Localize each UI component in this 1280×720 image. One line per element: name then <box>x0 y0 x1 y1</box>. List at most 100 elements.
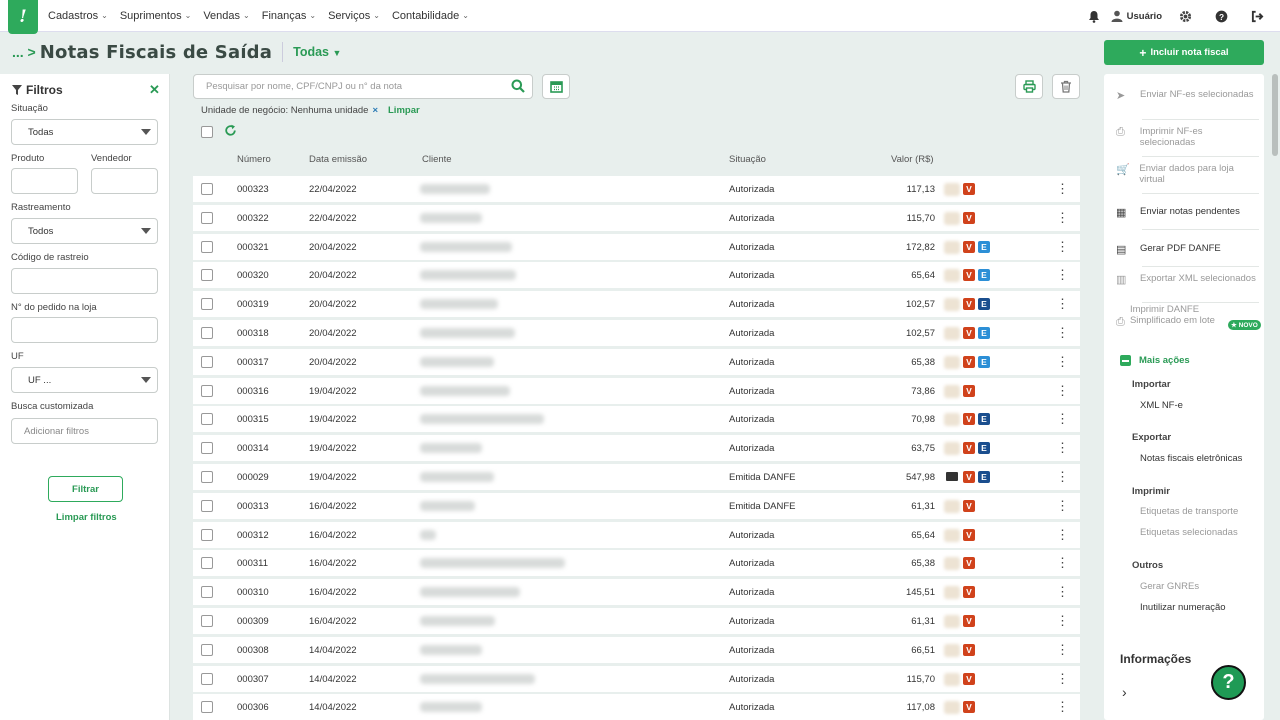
delete-button[interactable] <box>1052 74 1080 99</box>
vendedor-input[interactable] <box>91 168 158 194</box>
search-input[interactable]: Pesquisar por nome, CPF/CNPJ ou n° da no… <box>193 74 533 99</box>
col-numero[interactable]: Número <box>237 154 271 165</box>
menu-vendas[interactable]: Vendas ⌄ <box>203 10 249 22</box>
row-checkbox[interactable] <box>201 442 213 455</box>
generate-gnres-link[interactable]: Gerar GNREs <box>1140 581 1199 592</box>
more-options-icon[interactable]: ⋮ <box>1056 211 1069 224</box>
danfe-v-badge[interactable]: V <box>963 269 975 282</box>
pedido-loja-input[interactable] <box>11 317 158 343</box>
table-row[interactable]: 000312 16/04/2022 Autorizada 65,64 V ⋮ <box>193 521 1080 548</box>
row-checkbox[interactable] <box>201 499 213 512</box>
table-row[interactable]: 000029 19/04/2022 Emitida DANFE 547,98 V E ⋮ <box>193 463 1080 490</box>
app-logo[interactable]: ! <box>8 0 38 34</box>
more-options-icon[interactable]: ⋮ <box>1056 499 1069 512</box>
print-danfe-batch-action[interactable]: ⎙ Imprimir DANFE Simplificado em lote <box>1116 304 1221 329</box>
more-options-icon[interactable]: ⋮ <box>1056 268 1069 281</box>
rastreamento-select[interactable]: Todos <box>11 218 158 244</box>
row-checkbox[interactable] <box>201 384 213 397</box>
table-row[interactable]: 000320 20/04/2022 Autorizada 65,64 V E ⋮ <box>193 262 1080 289</box>
breadcrumb[interactable]: ... > <box>12 44 36 60</box>
bell-icon[interactable] <box>1083 5 1105 27</box>
produto-input[interactable] <box>11 168 78 194</box>
page-scrollbar[interactable] <box>1272 74 1278 720</box>
danfe-v-badge[interactable]: V <box>963 643 975 656</box>
more-options-icon[interactable]: ⋮ <box>1056 412 1069 425</box>
help-circle-icon[interactable]: ? <box>1210 5 1232 27</box>
remove-business-unit-icon[interactable]: × <box>372 105 378 116</box>
menu-financas[interactable]: Finanças ⌄ <box>262 10 316 22</box>
export-xml-action[interactable]: ▥ Exportar XML selecionados <box>1116 273 1259 286</box>
void-numbering-link[interactable]: Inutilizar numeração <box>1140 602 1226 613</box>
col-data-emissao[interactable]: Data emissão <box>309 154 367 165</box>
menu-cadastros[interactable]: Cadastros ⌄ <box>48 10 108 22</box>
danfe-v-badge[interactable]: V <box>963 557 975 570</box>
table-row[interactable]: 000314 19/04/2022 Autorizada 63,75 V E ⋮ <box>193 435 1080 462</box>
send-store-data-action[interactable]: 🛒 Enviar dados para loja virtual <box>1116 163 1259 185</box>
table-row[interactable]: 000310 16/04/2022 Autorizada 145,51 V ⋮ <box>193 579 1080 606</box>
more-options-icon[interactable]: ⋮ <box>1056 326 1069 339</box>
danfe-v-badge[interactable]: V <box>963 528 975 541</box>
envelope-icon[interactable] <box>946 471 958 481</box>
table-row[interactable]: 000321 20/04/2022 Autorizada 172,82 V E ⋮ <box>193 233 1080 260</box>
nfe-e-badge[interactable]: E <box>978 470 990 483</box>
table-row[interactable]: 000311 16/04/2022 Autorizada 65,38 V ⋮ <box>193 550 1080 577</box>
row-checkbox[interactable] <box>201 298 213 311</box>
danfe-v-badge[interactable]: V <box>963 240 975 253</box>
row-checkbox[interactable] <box>201 701 213 714</box>
danfe-v-badge[interactable]: V <box>963 183 975 195</box>
row-checkbox[interactable] <box>201 326 213 339</box>
danfe-v-badge[interactable]: V <box>963 672 975 685</box>
logout-icon[interactable] <box>1246 5 1268 27</box>
print-selected-labels-link[interactable]: Etiquetas selecionadas <box>1140 527 1238 538</box>
row-checkbox[interactable] <box>201 183 213 195</box>
more-options-icon[interactable]: ⋮ <box>1056 182 1069 195</box>
select-all-checkbox[interactable] <box>201 126 213 138</box>
chevron-right-icon[interactable]: › <box>1122 684 1127 700</box>
more-options-icon[interactable]: ⋮ <box>1056 614 1069 627</box>
nfe-e-badge[interactable]: E <box>978 355 990 368</box>
print-transport-labels-link[interactable]: Etiquetas de transporte <box>1140 506 1238 517</box>
filter-button[interactable]: Filtrar <box>48 476 123 502</box>
search-icon[interactable] <box>511 79 525 96</box>
col-situacao[interactable]: Situação <box>729 154 766 165</box>
col-valor[interactable]: Valor (R$) <box>891 154 934 165</box>
table-row[interactable]: 000308 14/04/2022 Autorizada 66,51 V ⋮ <box>193 636 1080 663</box>
row-checkbox[interactable] <box>201 470 213 483</box>
print-button[interactable] <box>1015 74 1043 99</box>
row-checkbox[interactable] <box>201 614 213 627</box>
more-options-icon[interactable]: ⋮ <box>1056 297 1069 310</box>
table-row[interactable]: 000309 16/04/2022 Autorizada 61,31 V ⋮ <box>193 607 1080 634</box>
gear-icon[interactable] <box>1174 5 1196 27</box>
more-options-icon[interactable]: ⋮ <box>1056 441 1069 454</box>
more-options-icon[interactable]: ⋮ <box>1056 556 1069 569</box>
table-row[interactable]: 000307 14/04/2022 Autorizada 115,70 V ⋮ <box>193 665 1080 692</box>
table-row[interactable]: 000323 22/04/2022 Autorizada 117,13 V ⋮ <box>193 176 1080 202</box>
more-options-icon[interactable]: ⋮ <box>1056 470 1069 483</box>
table-row[interactable]: 000306 14/04/2022 Autorizada 117,08 V ⋮ <box>193 694 1080 720</box>
table-row[interactable]: 000316 19/04/2022 Autorizada 73,86 V ⋮ <box>193 377 1080 404</box>
more-options-icon[interactable]: ⋮ <box>1056 672 1069 685</box>
danfe-v-badge[interactable]: V <box>963 499 975 512</box>
row-checkbox[interactable] <box>201 355 213 368</box>
more-options-icon[interactable]: ⋮ <box>1056 384 1069 397</box>
more-options-icon[interactable]: ⋮ <box>1056 240 1069 253</box>
clear-business-unit-link[interactable]: Limpar <box>388 105 420 116</box>
row-checkbox[interactable] <box>201 557 213 570</box>
row-checkbox[interactable] <box>201 528 213 541</box>
danfe-v-badge[interactable]: V <box>963 586 975 599</box>
refresh-icon[interactable] <box>224 124 237 140</box>
danfe-v-badge[interactable]: V <box>963 470 975 483</box>
danfe-v-badge[interactable]: V <box>963 614 975 627</box>
send-pending-action[interactable]: ▦ Enviar notas pendentes <box>1116 206 1259 219</box>
close-icon[interactable]: ✕ <box>149 82 160 98</box>
danfe-v-badge[interactable]: V <box>963 442 975 455</box>
table-row[interactable]: 000313 16/04/2022 Emitida DANFE 61,31 V ⋮ <box>193 492 1080 519</box>
row-checkbox[interactable] <box>201 269 213 282</box>
row-checkbox[interactable] <box>201 643 213 656</box>
nfe-e-badge[interactable]: E <box>978 269 990 282</box>
view-filter-dropdown[interactable]: Todas ▼ <box>293 45 341 59</box>
more-options-icon[interactable]: ⋮ <box>1056 643 1069 656</box>
more-options-icon[interactable]: ⋮ <box>1056 585 1069 598</box>
row-checkbox[interactable] <box>201 413 213 426</box>
generate-pdf-action[interactable]: ▤ Gerar PDF DANFE <box>1116 243 1259 256</box>
